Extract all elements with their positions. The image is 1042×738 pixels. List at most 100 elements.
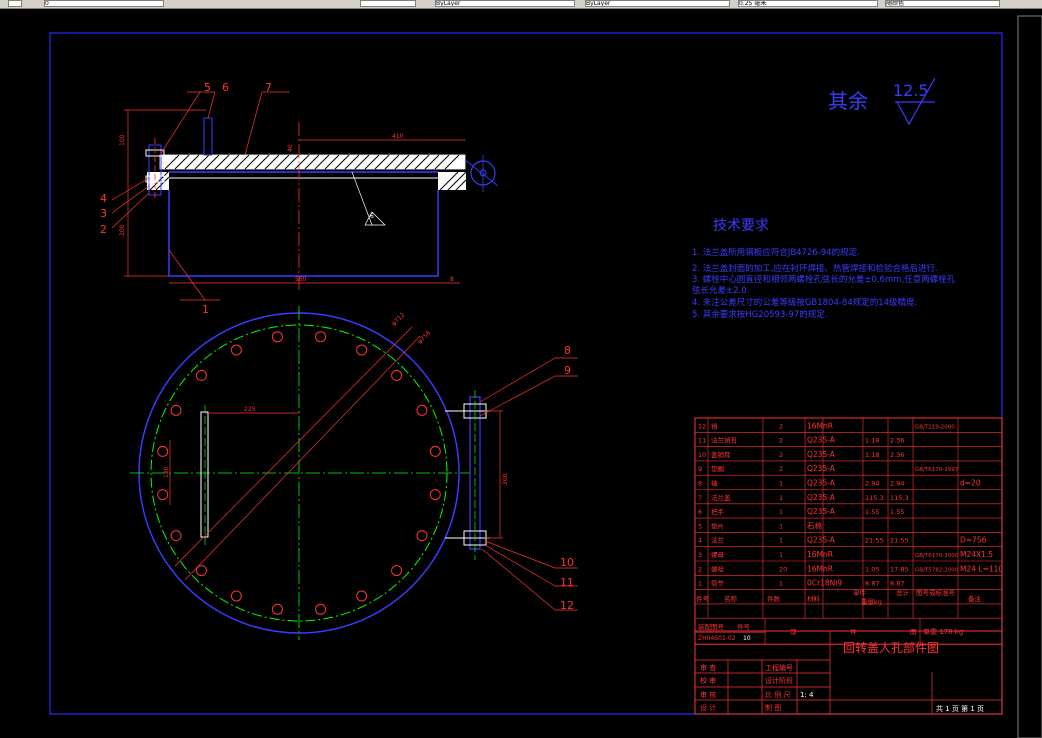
bom-cell: 总计	[896, 588, 910, 597]
bom-cell: 16MnR	[807, 550, 833, 559]
bom-cell: 1	[779, 551, 783, 559]
bom-cell: 21.55	[890, 537, 909, 545]
bom-cell: 1.18	[865, 437, 879, 445]
bom-cell: 1	[779, 494, 783, 502]
svg-text:设 计: 设 计	[700, 703, 716, 712]
drawing-title: 回转盖人孔部件图	[843, 640, 939, 655]
bom-cell: 2	[779, 422, 783, 430]
section-view: 410 550 8 100 200 40 6	[111, 91, 499, 301]
bom-cell: 把手	[711, 507, 725, 516]
title-block: 回转盖人孔部件图 审 查 工程编号 校 审 设计阶段 审 核 比 例 尺 1: …	[694, 630, 1003, 715]
bom-cell: Q235-A	[807, 464, 836, 473]
bom-cell: 4	[698, 537, 702, 545]
linetype-combo[interactable]: ByLayer	[585, 0, 730, 7]
bolt-hole	[391, 369, 403, 381]
lineweight-combo[interactable]: 0.25 毫米	[738, 0, 878, 7]
layer-combo[interactable]: 0	[44, 0, 164, 7]
bom-cell: Q235-A	[807, 479, 836, 488]
bolt-hole	[230, 590, 242, 602]
bom-cell: 1.55	[890, 508, 904, 516]
tech-req-item: 5. 其余要求按HG20593-97的规定.	[692, 309, 827, 320]
bom-cell: 7	[698, 494, 702, 502]
tech-req-item: 弦长允差±2.0.	[692, 285, 749, 296]
drawing-canvas[interactable]: 其余 12.5 技术要求 1. 法兰盖所用钢板应符合JB4726-94的规定. …	[0, 9, 1042, 738]
bom-cell: 垫圈	[711, 464, 724, 473]
bolt-hole	[356, 590, 368, 602]
bom-cell: 1	[698, 580, 702, 588]
callout-5: 5	[204, 81, 211, 94]
svg-text:φ756: φ756	[416, 329, 432, 345]
layer-tools[interactable]	[360, 0, 416, 7]
bolt-hole	[170, 404, 182, 416]
svg-text:40: 40	[287, 144, 294, 152]
bom-cell: 图	[910, 628, 917, 636]
bolt-hole	[271, 603, 283, 615]
bolt-hole	[157, 489, 169, 501]
bom-cell: 法兰盖	[711, 493, 731, 502]
svg-text:120: 120	[163, 466, 170, 478]
bolt-hole	[429, 445, 441, 457]
bom-cell: GB/T6170-2000	[915, 553, 959, 559]
bom-cell: 115.3	[865, 494, 884, 502]
svg-text:100: 100	[119, 134, 126, 146]
bom-cell: 盖销耳	[711, 450, 731, 459]
bom-cell: 8.87	[890, 580, 904, 588]
bom-cell: 筒节	[711, 579, 725, 588]
bom-cell: 1	[779, 580, 783, 588]
bom-cell: 20	[779, 565, 787, 573]
tech-req-title: 技术要求	[713, 218, 769, 234]
bolt-hole	[170, 530, 182, 542]
svg-text:制 图: 制 图	[765, 703, 781, 712]
color-combo[interactable]: ByLayer	[435, 0, 575, 7]
bom-cell: 2	[779, 437, 783, 445]
bom-cell: 6	[698, 508, 702, 516]
bom-cell: 垫片	[711, 521, 724, 530]
bom-cell: 21.55	[865, 537, 884, 545]
callout-1: 1	[202, 303, 209, 316]
bom-cell: GB/T119-2000	[915, 424, 955, 430]
bolt-hole	[271, 331, 283, 343]
bill-of-materials: 12 销 2 16MnR GB/T119-200011 法兰销耳 2 Q235-A 1.18 2.…	[694, 417, 1003, 645]
bom-cell: 螺母	[711, 550, 725, 559]
bom-cell: 部	[790, 627, 797, 636]
svg-text:300: 300	[502, 473, 509, 485]
bom-cell: 9	[698, 465, 702, 473]
bom-cell: 法兰销耳	[711, 436, 738, 445]
bom-cell: 2.94	[865, 480, 879, 488]
bom-cell: 8	[698, 480, 702, 488]
bom-cell: 17.85	[890, 565, 909, 573]
bom-cell: 销	[711, 421, 718, 430]
bom-cell: 单重 178 kg	[923, 627, 963, 636]
bom-cell: 10	[698, 451, 706, 459]
toolbar-icon[interactable]	[8, 0, 22, 7]
callout-9: 9	[564, 364, 571, 377]
callout-6: 6	[222, 81, 229, 94]
roughness-label: 其余	[828, 89, 868, 113]
bom-cell: 图号或标准号	[916, 588, 956, 597]
svg-text:审 核: 审 核	[700, 690, 716, 699]
bom-cell: 2.94	[890, 480, 904, 488]
bom-cell: M24X1.5	[960, 550, 993, 559]
plotstyle-combo[interactable]: 随颜色	[885, 0, 1000, 7]
bolt-hole	[356, 344, 368, 356]
svg-text:200: 200	[119, 224, 126, 236]
callout-10: 10	[560, 556, 574, 569]
bom-cell: 1	[779, 537, 783, 545]
bom-cell: 11	[698, 437, 706, 445]
callout-11: 11	[560, 576, 574, 589]
svg-text:比 例 尺: 比 例 尺	[765, 690, 790, 699]
bolt-hole	[416, 530, 428, 542]
svg-text:设计阶段: 设计阶段	[765, 676, 793, 685]
viewport-edge	[1017, 15, 1042, 738]
bom-cell: 1.55	[865, 508, 879, 516]
bom-cell: 115.3	[890, 494, 909, 502]
bom-cell: 件号	[737, 622, 751, 631]
bom-cell: 10	[743, 635, 751, 642]
bom-cell: 2	[779, 465, 783, 473]
handle	[203, 117, 213, 156]
bom-cell: 单件	[853, 588, 867, 597]
svg-text:225: 225	[244, 406, 256, 413]
bom-cell: 备注	[968, 594, 982, 603]
bolt-hole	[429, 489, 441, 501]
bom-cell: 1.18	[865, 451, 879, 459]
